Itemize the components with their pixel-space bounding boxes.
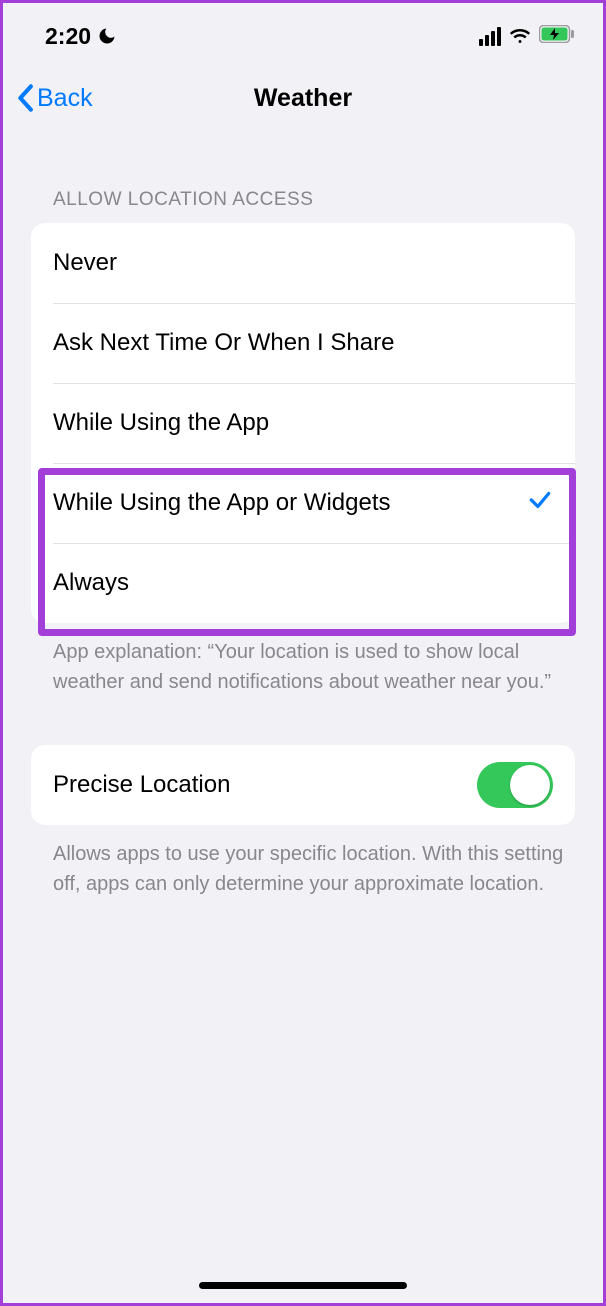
option-ask-next-time[interactable]: Ask Next Time Or When I Share (31, 303, 575, 383)
battery-charging-icon (539, 25, 575, 48)
moon-icon (97, 26, 117, 46)
precise-location-row[interactable]: Precise Location (31, 745, 575, 825)
home-indicator (199, 1282, 407, 1289)
option-never[interactable]: Never (31, 223, 575, 303)
back-button[interactable]: Back (15, 84, 93, 113)
precise-location-toggle[interactable] (477, 762, 553, 808)
option-while-using-app[interactable]: While Using the App (31, 383, 575, 463)
option-label: While Using the App or Widgets (53, 489, 391, 517)
cellular-signal-icon (479, 27, 501, 46)
back-label: Back (37, 84, 93, 113)
option-while-using-app-or-widgets[interactable]: While Using the App or Widgets (31, 463, 575, 543)
status-time: 2:20 (45, 23, 91, 50)
nav-bar: Back Weather (3, 63, 603, 133)
wifi-icon (508, 24, 532, 49)
option-always[interactable]: Always (31, 543, 575, 623)
precise-footer-text: Allows apps to use your specific locatio… (3, 825, 603, 899)
checkmark-icon (527, 487, 553, 520)
option-label: While Using the App (53, 409, 269, 437)
status-right (479, 24, 575, 49)
option-label: Always (53, 569, 129, 597)
location-footer-text: App explanation: “Your location is used … (3, 623, 603, 697)
status-left: 2:20 (45, 23, 117, 50)
toggle-knob (510, 765, 550, 805)
location-options-card: Never Ask Next Time Or When I Share Whil… (31, 223, 575, 623)
chevron-left-icon (15, 84, 35, 112)
option-label: Never (53, 249, 117, 277)
option-label: Ask Next Time Or When I Share (53, 329, 394, 357)
status-bar: 2:20 (3, 3, 603, 55)
page-title: Weather (254, 84, 352, 113)
precise-location-card: Precise Location (31, 745, 575, 825)
section-header-location: ALLOW LOCATION ACCESS (3, 133, 603, 223)
precise-location-label: Precise Location (53, 771, 230, 799)
